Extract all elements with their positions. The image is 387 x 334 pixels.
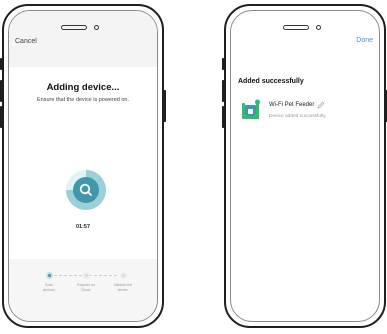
phone-side-button: [0, 58, 3, 70]
step-register-label-line2: Cloud.: [80, 287, 92, 292]
progress-steps: Scan devices. Register on Cloud. Initial…: [19, 272, 147, 292]
phone-frame-adding: Cancel Adding device... Ensure that the …: [0, 4, 166, 328]
phone-volume-up-button: [0, 80, 3, 102]
phone-frame-success: Done Added successfully Wi-Fi Pet Feeder…: [222, 4, 387, 328]
device-name[interactable]: Wi-Fi Pet Feeder: [269, 102, 314, 108]
step-register-indicator: [83, 272, 90, 279]
screen-added-successfully: Done Added successfully Wi-Fi Pet Feeder…: [230, 10, 380, 322]
step-initialize-label-line2: device.: [117, 287, 129, 292]
step-scan-label-line2: devices.: [42, 287, 56, 292]
device-status: Device added successfully.: [269, 114, 327, 119]
camera-icon: [94, 25, 99, 30]
step-initialize-label: Initialize the device.: [108, 283, 138, 292]
camera-icon: [316, 25, 321, 30]
pencil-icon[interactable]: [317, 101, 325, 109]
phone-side-button: [222, 58, 225, 70]
done-button[interactable]: Done: [356, 37, 373, 44]
phone-power-button: [163, 90, 166, 122]
pet-feeder-icon[interactable]: [241, 99, 261, 121]
phone-volume-down-button: [222, 106, 225, 128]
countdown-timer: 01:57: [75, 224, 91, 230]
step-scan-indicator: [46, 272, 53, 279]
speaker-icon: [61, 25, 87, 30]
page-title: Added successfully: [238, 78, 304, 85]
page-subtitle: Ensure that the device is powered on.: [36, 97, 130, 103]
step-scan-label: Scan devices.: [34, 283, 64, 292]
spinner-core: [73, 177, 99, 203]
searching-spinner: [66, 170, 106, 210]
speaker-icon: [283, 25, 309, 30]
screen-adding-device: Cancel Adding device... Ensure that the …: [8, 10, 158, 322]
page-title: Adding device...: [46, 82, 120, 93]
cancel-button[interactable]: Cancel: [15, 38, 37, 45]
phone-volume-up-button: [222, 80, 225, 102]
step-initialize-indicator: [120, 272, 127, 279]
phone-volume-down-button: [0, 106, 3, 128]
step-register-label: Register on Cloud.: [71, 283, 101, 292]
